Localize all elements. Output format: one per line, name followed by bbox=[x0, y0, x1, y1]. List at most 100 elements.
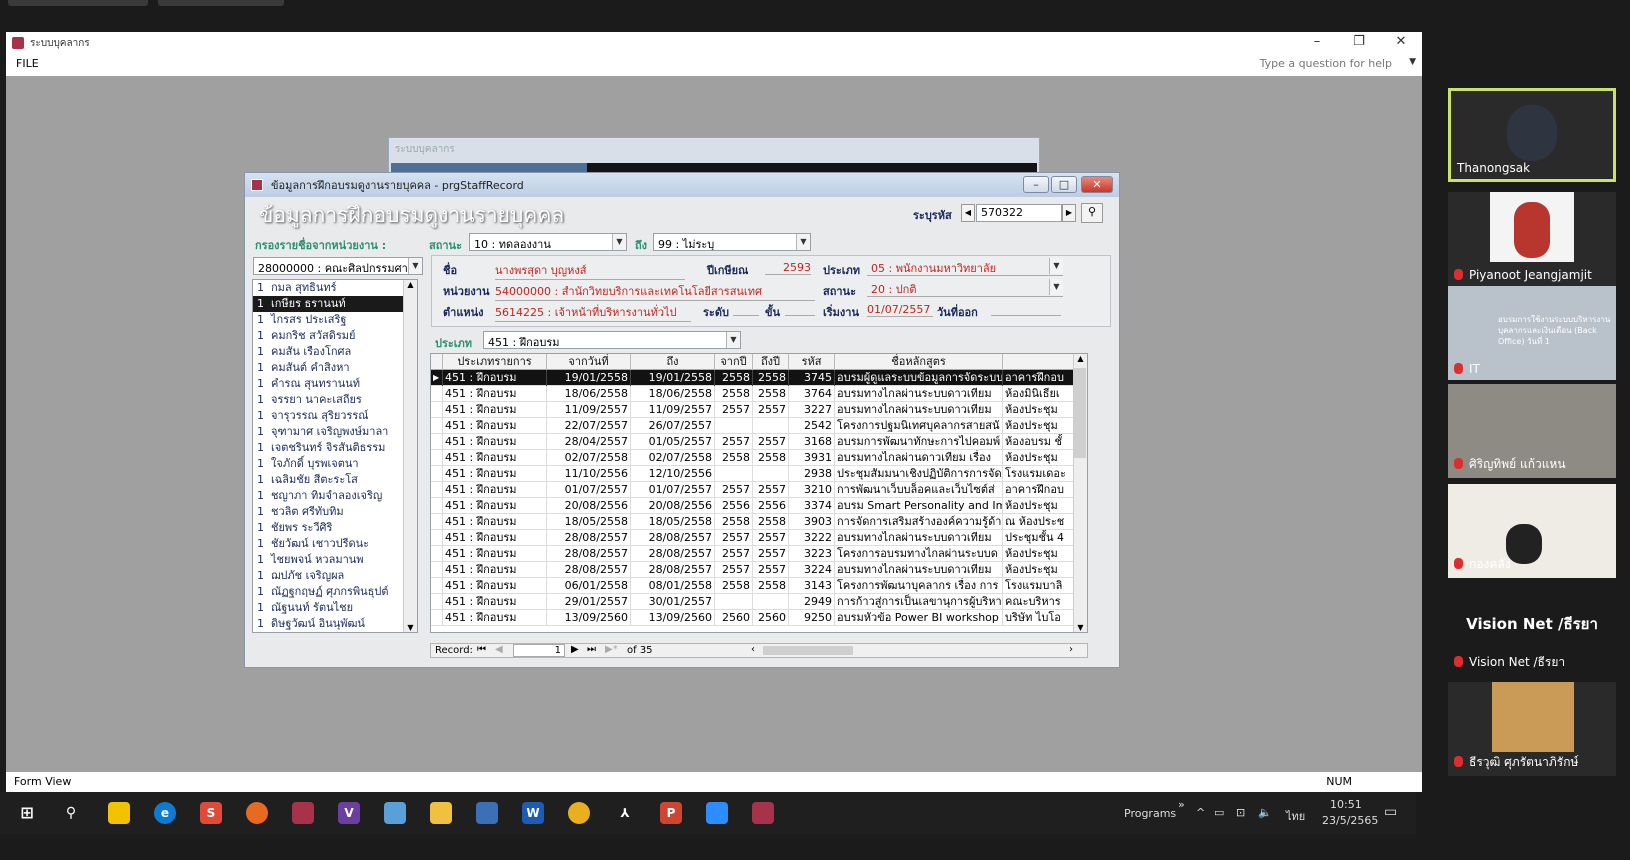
table-cell[interactable]: 451 : ฝึกอบรม bbox=[443, 370, 547, 386]
id-input[interactable]: 570322 bbox=[976, 204, 1062, 222]
table-cell[interactable]: 01/05/2557 bbox=[631, 434, 715, 450]
table-cell[interactable]: 2560 bbox=[715, 610, 753, 626]
table-cell[interactable]: 2560 bbox=[753, 610, 789, 626]
table-cell[interactable]: 28/04/2557 bbox=[547, 434, 631, 450]
table-row[interactable]: 451 : ฝึกอบรม 13/09/2560 13/09/2560 2560 256… bbox=[431, 610, 1075, 626]
chrome-icon[interactable] bbox=[568, 802, 590, 824]
zoom-icon[interactable] bbox=[706, 802, 728, 824]
visual-studio-icon[interactable]: V bbox=[338, 802, 360, 824]
table-cell[interactable]: 2557 bbox=[715, 402, 753, 418]
staff-list-item[interactable]: 1 คมกริช สวัสดิรมย์ bbox=[253, 328, 417, 344]
grid-column-header[interactable]: จากปี bbox=[715, 354, 753, 370]
table-cell[interactable]: อบรมทางไกลผ่านระบบดาวเทียม bbox=[835, 562, 1003, 578]
participant-tile[interactable]: กองคลัง bbox=[1448, 484, 1616, 578]
row-selector[interactable] bbox=[431, 386, 443, 402]
table-cell[interactable]: 11/09/2557 bbox=[631, 402, 715, 418]
grid-scrollbar[interactable]: ▲ ▼ bbox=[1073, 354, 1087, 632]
table-cell[interactable] bbox=[715, 594, 753, 610]
table-row[interactable]: 451 : ฝึกอบรม 29/01/2557 30/01/2557 2949 การ… bbox=[431, 594, 1075, 610]
table-cell[interactable]: 26/07/2557 bbox=[631, 418, 715, 434]
table-cell[interactable]: 12/10/2556 bbox=[631, 466, 715, 482]
scroll-thumb[interactable] bbox=[1074, 368, 1086, 458]
grid-column-header[interactable]: ชื่อหลักสูตร bbox=[835, 354, 1003, 370]
status-from-select[interactable]: 10 : ทดลองงาน ▼ bbox=[469, 233, 627, 251]
network-icon[interactable]: ⊡ bbox=[1236, 806, 1245, 819]
table-cell[interactable]: 451 : ฝึกอบรม bbox=[443, 434, 547, 450]
row-selector[interactable] bbox=[431, 418, 443, 434]
state-select[interactable]: 20 : ปกติ ▼ bbox=[867, 279, 1063, 297]
next-id-button[interactable]: ▶ bbox=[1062, 204, 1076, 222]
table-cell[interactable]: 28/08/2557 bbox=[547, 530, 631, 546]
staff-list-item[interactable]: 1 จารุวรรณ สุริยวรรณ์ bbox=[253, 408, 417, 424]
staff-list-item[interactable]: 1 เฉลิมชัย สีตะระโส bbox=[253, 472, 417, 488]
table-cell[interactable]: 451 : ฝึกอบรม bbox=[443, 466, 547, 482]
table-row[interactable]: 451 : ฝึกอบรม 01/07/2557 01/07/2557 2557 255… bbox=[431, 482, 1075, 498]
table-cell[interactable]: 2558 bbox=[715, 578, 753, 594]
scroll-up-icon[interactable]: ▲ bbox=[404, 280, 417, 289]
staff-list-item[interactable]: 1 คำรณ สุนทรานนท์ bbox=[253, 376, 417, 392]
table-cell[interactable]: 2558 bbox=[753, 370, 789, 386]
training-grid[interactable]: ประเภทรายการ จากวันที่ ถึง จากปี ถึงปี รหัส ชื… bbox=[430, 353, 1088, 633]
table-cell[interactable]: 18/06/2558 bbox=[547, 386, 631, 402]
table-cell[interactable]: 29/01/2557 bbox=[547, 594, 631, 610]
table-cell[interactable]: 451 : ฝึกอบรม bbox=[443, 498, 547, 514]
edge-icon[interactable]: e bbox=[154, 802, 176, 824]
staff-list-item[interactable]: 1 ดิษฐวัฒน์ อินนุพัฒน์ bbox=[253, 616, 417, 632]
table-cell[interactable]: 451 : ฝึกอบรม bbox=[443, 562, 547, 578]
table-row[interactable]: 451 : ฝึกอบรม 18/06/2558 18/06/2558 2558 255… bbox=[431, 386, 1075, 402]
table-cell[interactable]: ห้องประชุม bbox=[1003, 418, 1075, 434]
table-cell[interactable]: 18/05/2558 bbox=[631, 514, 715, 530]
table-cell[interactable]: 2557 bbox=[715, 546, 753, 562]
menu-file[interactable]: FILE bbox=[16, 57, 39, 70]
grid-column-header[interactable]: ถึง bbox=[631, 354, 715, 370]
participant-tile[interactable]: Vision Net /ธีรยา Vision Net /ธีรยา bbox=[1448, 582, 1616, 676]
table-cell[interactable]: 13/09/2560 bbox=[631, 610, 715, 626]
table-cell[interactable]: 2542 bbox=[789, 418, 835, 434]
row-selector[interactable] bbox=[431, 482, 443, 498]
table-cell[interactable]: 2556 bbox=[715, 498, 753, 514]
table-cell[interactable]: ห้องอบรม ชั้ bbox=[1003, 434, 1075, 450]
file-explorer-icon[interactable] bbox=[430, 802, 452, 824]
minimize-icon[interactable]: – bbox=[1302, 34, 1332, 49]
firefox-icon[interactable] bbox=[246, 802, 268, 824]
row-selector[interactable] bbox=[431, 530, 443, 546]
table-cell[interactable]: โครงการอบรมทางไกลผ่านระบบด bbox=[835, 546, 1003, 562]
table-cell[interactable]: 30/01/2557 bbox=[631, 594, 715, 610]
table-cell[interactable]: ประชุมสัมมนาเชิงปฏิบัติการการจัด bbox=[835, 466, 1003, 482]
table-cell[interactable]: 451 : ฝึกอบรม bbox=[443, 402, 547, 418]
table-cell[interactable]: 11/09/2557 bbox=[547, 402, 631, 418]
table-row[interactable]: 451 : ฝึกอบรม 28/08/2557 28/08/2557 2557 255… bbox=[431, 546, 1075, 562]
table-cell[interactable]: ห้องประชุม bbox=[1003, 498, 1075, 514]
table-cell[interactable]: 451 : ฝึกอบรม bbox=[443, 578, 547, 594]
table-cell[interactable]: ประชุมชั้น 4 bbox=[1003, 530, 1075, 546]
participant-tile[interactable]: Piyanoot Jeangjamjit bbox=[1448, 192, 1616, 286]
table-cell[interactable]: อบรมทางไกลผ่านระบบดาวเทียม bbox=[835, 386, 1003, 402]
staff-list-item[interactable]: 1 คมสันต์ คำสิงหา bbox=[253, 360, 417, 376]
table-cell[interactable]: 13/09/2560 bbox=[547, 610, 631, 626]
row-selector[interactable] bbox=[431, 610, 443, 626]
table-cell[interactable]: 3210 bbox=[789, 482, 835, 498]
table-cell[interactable]: 451 : ฝึกอบรม bbox=[443, 482, 547, 498]
form-minimize-button[interactable]: – bbox=[1023, 176, 1049, 193]
table-cell[interactable]: 28/08/2557 bbox=[547, 546, 631, 562]
table-cell[interactable]: 3903 bbox=[789, 514, 835, 530]
staff-list-item[interactable]: 1 ณัฐนนท์ รัตนไชย bbox=[253, 600, 417, 616]
table-cell[interactable]: 2556 bbox=[753, 498, 789, 514]
grid-column-header[interactable]: ประเภทรายการ bbox=[443, 354, 547, 370]
search-icon[interactable]: ⚲ bbox=[60, 802, 82, 824]
table-cell[interactable] bbox=[753, 594, 789, 610]
scroll-up-icon[interactable]: ▲ bbox=[1074, 354, 1087, 363]
sticky-notes-icon[interactable] bbox=[108, 802, 130, 824]
form-close-button[interactable]: ✕ bbox=[1081, 176, 1113, 193]
table-cell[interactable]: 20/08/2556 bbox=[547, 498, 631, 514]
table-cell[interactable]: การก้าวสู่การเป็นเลขานุการผู้บริหาร bbox=[835, 594, 1003, 610]
table-cell[interactable]: อบรมหัวข้อ Power BI workshop bbox=[835, 610, 1003, 626]
table-cell[interactable]: 2558 bbox=[715, 450, 753, 466]
word-icon[interactable]: W bbox=[522, 802, 544, 824]
table-cell[interactable]: 2557 bbox=[715, 562, 753, 578]
table-cell[interactable]: บริษัท ไบโอ bbox=[1003, 610, 1075, 626]
windows-start-icon[interactable]: ⊞ bbox=[16, 802, 38, 824]
grid-column-header[interactable]: ถึงปี bbox=[753, 354, 789, 370]
table-cell[interactable]: 3931 bbox=[789, 450, 835, 466]
table-cell[interactable]: 2557 bbox=[715, 530, 753, 546]
